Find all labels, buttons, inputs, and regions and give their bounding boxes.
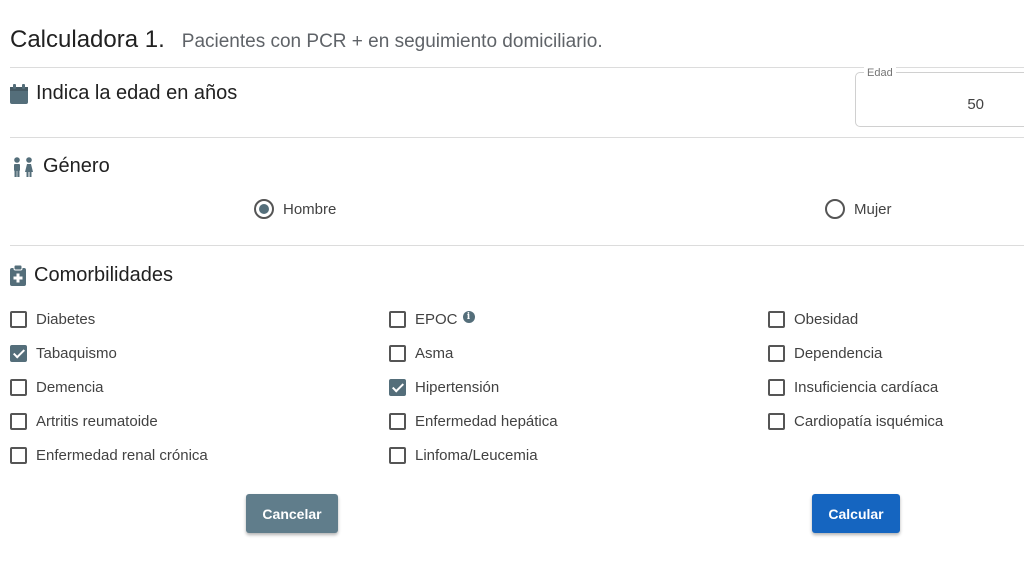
page-subtitle: Pacientes con PCR + en seguimiento domic… [181,31,603,52]
checkbox-diabetes[interactable]: Diabetes [10,311,95,328]
checkbox-label: EPOC [415,311,458,328]
radio-hombre[interactable]: Hombre [254,199,336,219]
comorbidities-section-title: Comorbilidades [10,264,173,287]
divider [10,137,1024,138]
people-icon [11,156,35,177]
checkbox-label: Obesidad [794,311,859,328]
checkbox-demencia[interactable]: Demencia [10,379,104,396]
checkbox-label: Tabaquismo [36,345,117,362]
cancel-button[interactable]: Cancelar [246,494,338,533]
checkbox-label: Enfermedad hepática [415,413,558,430]
checkbox-tabaquismo[interactable]: Tabaquismo [10,345,117,362]
page-header: Calculadora 1. Pacientes con PCR + en se… [10,26,603,54]
radio-label: Mujer [854,200,892,218]
checkbox[interactable] [768,311,785,328]
checkbox-enfermedad-renal-cronica[interactable]: Enfermedad renal crónica [10,447,208,464]
checkbox-cardiopatia-isquemica[interactable]: Cardiopatía isquémica [768,413,943,430]
medical-clipboard-icon [10,265,26,286]
checkbox-asma[interactable]: Asma [389,345,453,362]
checkbox[interactable] [768,379,785,396]
checkbox[interactable] [768,345,785,362]
radio-button-selected[interactable] [254,199,274,219]
checkbox[interactable] [389,311,406,328]
gender-section-title: Género [11,155,110,178]
checkbox[interactable] [10,379,27,396]
age-section-title: Indica la edad en años [10,82,237,105]
calendar-icon [10,83,28,104]
age-section-label: Indica la edad en años [36,82,238,104]
checkbox-label: Enfermedad renal crónica [36,447,208,464]
checkbox-label: Cardiopatía isquémica [794,413,944,430]
checkbox[interactable] [10,447,27,464]
checkbox-checked[interactable] [10,345,27,362]
checkbox-enfermedad-hepatica[interactable]: Enfermedad hepática [389,413,558,430]
checkbox-label: Insuficiencia cardíaca [794,379,939,396]
checkbox-label: Dependencia [794,345,883,362]
checkbox-label: Demencia [36,379,104,396]
age-input[interactable] [924,96,984,113]
checkbox[interactable] [10,311,27,328]
checkbox[interactable] [768,413,785,430]
checkbox-artritis-reumatoide[interactable]: Artritis reumatoide [10,413,158,430]
calculate-button[interactable]: Calcular [812,494,900,533]
checkbox-checked[interactable] [389,379,406,396]
age-field-label: Edad [864,67,896,79]
checkbox-label: Linfoma/Leucemia [415,447,538,464]
checkbox-label: Hipertensión [415,379,500,396]
checkbox-label: Artritis reumatoide [36,413,158,430]
checkbox-label: Diabetes [36,311,96,328]
info-icon[interactable]: i [462,310,475,323]
page-title: Calculadora 1. [10,26,165,53]
checkbox-hipertension[interactable]: Hipertensión [389,379,499,396]
checkbox-dependencia[interactable]: Dependencia [768,345,882,362]
checkbox[interactable] [10,413,27,430]
gender-section-label: Género [43,155,110,177]
checkbox-linfoma-leucemia[interactable]: Linfoma/Leucemia [389,447,538,464]
checkbox[interactable] [389,447,406,464]
radio-mujer[interactable]: Mujer [825,199,892,219]
comorbidities-section-label: Comorbilidades [34,264,173,286]
radio-label: Hombre [283,200,337,218]
checkbox-label: Asma [415,345,454,362]
checkbox-epoc[interactable]: EPOC i [389,310,475,328]
checkbox-insuficiencia-cardiaca[interactable]: Insuficiencia cardíaca [768,379,938,396]
checkbox[interactable] [389,413,406,430]
checkbox-obesidad[interactable]: Obesidad [768,311,858,328]
radio-button[interactable] [825,199,845,219]
divider [10,245,1024,246]
age-field[interactable]: Edad [855,67,1024,127]
checkbox[interactable] [389,345,406,362]
